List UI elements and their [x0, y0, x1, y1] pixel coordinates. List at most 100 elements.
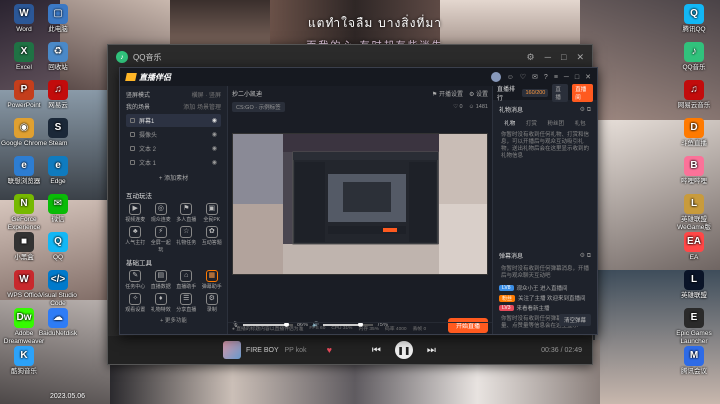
previous-track-icon[interactable]: ⏮	[372, 345, 381, 356]
desktop-icon[interactable]: ♻ 回收站	[32, 42, 84, 72]
message-icon[interactable]: ✉	[532, 73, 538, 81]
album-cover[interactable]	[223, 341, 241, 359]
gift-tab-fans[interactable]: 粉丝团	[548, 119, 565, 127]
track-artist[interactable]: PP kok	[285, 347, 307, 354]
basic-tool[interactable]: ⚙ 录制	[201, 293, 224, 313]
interact-tool[interactable]: ♣ 人气主打	[124, 226, 147, 253]
desktop-icon[interactable]: L 英雄联盟	[668, 270, 720, 300]
desktop-icon[interactable]: e Edge	[32, 156, 84, 186]
interact-tool[interactable]: ⚑ 多人直播	[175, 203, 198, 223]
category-tag[interactable]: CS:GO · 示例标签	[232, 102, 285, 112]
user-avatar[interactable]	[490, 72, 501, 82]
gift-panel-settings-icon[interactable]: ⚙ ⧉	[580, 106, 591, 114]
help-icon[interactable]: ?	[544, 74, 548, 81]
desktop-icon[interactable]: Q QQ	[32, 232, 84, 262]
close-icon[interactable]: ✕	[576, 52, 584, 63]
desktop-icon[interactable]: L 英雄联盟 WeGame版	[668, 194, 720, 232]
desktop-icon[interactable]: E Epic Games Launcher	[668, 308, 720, 346]
status-fps: FPS 60	[309, 326, 326, 331]
mode-option-landscape[interactable]: 横屏	[192, 93, 204, 99]
desktop-icon[interactable]: K 酷狗音乐	[0, 346, 50, 376]
live-room-button[interactable]: 直播间	[572, 84, 594, 102]
basic-tool[interactable]: ♦ 礼物特效	[150, 293, 173, 313]
comment-item[interactable]: LV8 观众小王 进入直播间	[493, 283, 597, 293]
clear-comments-button[interactable]: 清空弹幕	[558, 314, 591, 326]
live-button[interactable]: 直播	[552, 84, 569, 102]
desktop-icon[interactable]: ☁ BaiduNetdisk	[32, 308, 84, 338]
scene-checkbox-icon[interactable]	[130, 160, 135, 165]
smile-icon[interactable]: ☺	[507, 74, 514, 81]
next-track-icon[interactable]: ⏭	[427, 345, 436, 356]
scene-checkbox-icon[interactable]	[130, 118, 135, 123]
minimize-icon[interactable]: ─	[564, 74, 569, 81]
room-name[interactable]: 抄二小凯迪	[232, 89, 262, 98]
visibility-icon[interactable]: ◉	[212, 145, 217, 152]
desktop-icon[interactable]: EA EA	[668, 232, 720, 262]
scene-checkbox-icon[interactable]	[130, 132, 135, 137]
basic-tool[interactable]: ✧ 观看设置	[124, 293, 147, 313]
basic-tool[interactable]: ✎ 任务中心	[124, 270, 147, 290]
interact-tool-icon: ✿	[205, 226, 218, 238]
comment-panel-settings-icon[interactable]: ⚙ ⧉	[580, 252, 591, 260]
visibility-icon[interactable]: ◉	[212, 117, 217, 124]
pause-button[interactable]: ❚❚	[394, 341, 413, 359]
scene-item[interactable]: 文本 2 ◉	[126, 142, 221, 155]
interact-tool[interactable]: ⚡ 全屏一起玩	[150, 226, 173, 253]
settings-button[interactable]: ⚙ 设置	[469, 89, 488, 98]
mode-label[interactable]: 竖屏模式	[126, 90, 150, 99]
basic-tool[interactable]: ☰ 分享直播	[175, 293, 198, 313]
add-source-button[interactable]: + 添加素材	[126, 173, 221, 182]
stream-preview[interactable]	[232, 133, 488, 275]
desktop-icon[interactable]: Q 腾讯QQ	[668, 4, 720, 34]
gift-tab-pack[interactable]: 礼包	[575, 119, 586, 127]
ranking-tab[interactable]: 直播排行	[497, 84, 518, 102]
gift-tab-gift[interactable]: 礼物	[504, 119, 515, 127]
desktop-icon[interactable]: ♪ QQ音乐	[668, 42, 720, 72]
desktop-icon[interactable]: ▢ 此电脑	[32, 4, 84, 34]
add-scene-button[interactable]: 添加	[183, 105, 195, 111]
scene-manage-button[interactable]: 场景管理	[197, 105, 221, 111]
settings-icon[interactable]: ⚙	[527, 52, 535, 63]
interact-tool[interactable]: ◎ 观众连麦	[150, 203, 173, 223]
track-title[interactable]: FIRE BOY	[246, 347, 279, 354]
comment-item[interactable]: 粉丝 关注了主播 欢迎来到直播间	[493, 293, 597, 303]
gift-tab-tip[interactable]: 打赏	[526, 119, 537, 127]
scene-item[interactable]: 摄像头 ◉	[126, 128, 221, 141]
basic-tool[interactable]: ▤ 直播数据	[150, 270, 173, 290]
maximize-icon[interactable]: □	[575, 74, 579, 81]
scene-checkbox-icon[interactable]	[130, 146, 135, 151]
favorite-heart-icon[interactable]: ♥	[327, 345, 332, 355]
minimize-icon[interactable]: ─	[545, 52, 551, 63]
interact-tool[interactable]: ✿ 互动答题	[201, 226, 224, 253]
menu-icon[interactable]: ≡	[554, 74, 558, 81]
desktop-icon[interactable]: ♫ 网易云	[32, 80, 84, 110]
scene-item[interactable]: 屏幕1 ◉	[126, 114, 221, 127]
visibility-icon[interactable]: ◉	[212, 131, 217, 138]
visibility-icon[interactable]: ◉	[212, 159, 217, 166]
interact-tool[interactable]: ▣ 全民PK	[201, 203, 224, 223]
desktop-icon[interactable]: B 哔哩哔哩	[668, 156, 720, 186]
desktop-icon[interactable]: ✉ 微信	[32, 194, 84, 224]
heart-icon[interactable]: ♡	[520, 73, 526, 81]
live-window-header[interactable]: 直播伴侣 ☺ ♡ ✉ ? ≡ ─ □ ✕	[120, 68, 597, 86]
qq-music-player-bar: FIRE BOY PP kok ♥ ⏮ ❚❚ ⏭ 00:36 / 02:49	[108, 336, 592, 364]
desktop-icon[interactable]: S Steam	[32, 118, 84, 148]
more-tools-button[interactable]: + 更多功能	[120, 316, 227, 324]
close-icon[interactable]: ✕	[585, 73, 591, 81]
basic-tool[interactable]: ▦ 弹幕助手	[201, 270, 224, 290]
qq-music-titlebar[interactable]: ♪ QQ音乐 ⚙ ─ □ ✕	[108, 45, 592, 69]
broadcast-settings-button[interactable]: ⚑ 开播设置	[432, 89, 463, 98]
mode-option-portrait[interactable]: 竖屏	[209, 93, 221, 99]
desktop-icon[interactable]: M 腾讯会议	[668, 346, 720, 376]
basic-tool[interactable]: ⌂ 直播助手	[175, 270, 198, 290]
interact-tool[interactable]: ▶ 视频连麦	[124, 203, 147, 223]
desktop-icon[interactable]: </> Visual Studio Code	[32, 270, 84, 308]
maximize-icon[interactable]: □	[561, 52, 566, 63]
live-companion-window[interactable]: 直播伴侣 ☺ ♡ ✉ ? ≡ ─ □ ✕ 竖屏模式 横屏 · 竖屏 我的场景 添…	[119, 67, 598, 335]
comment-item[interactable]: LV3 来看看新主播	[493, 303, 597, 313]
scene-item[interactable]: 文本 1 ◉	[126, 156, 221, 169]
interact-title: 互动玩法	[126, 193, 152, 200]
desktop-icon[interactable]: D 斗鱼直播	[668, 118, 720, 148]
interact-tool[interactable]: ☆ 礼物任务	[175, 226, 198, 253]
desktop-icon[interactable]: ♫ 网易云音乐	[668, 80, 720, 110]
